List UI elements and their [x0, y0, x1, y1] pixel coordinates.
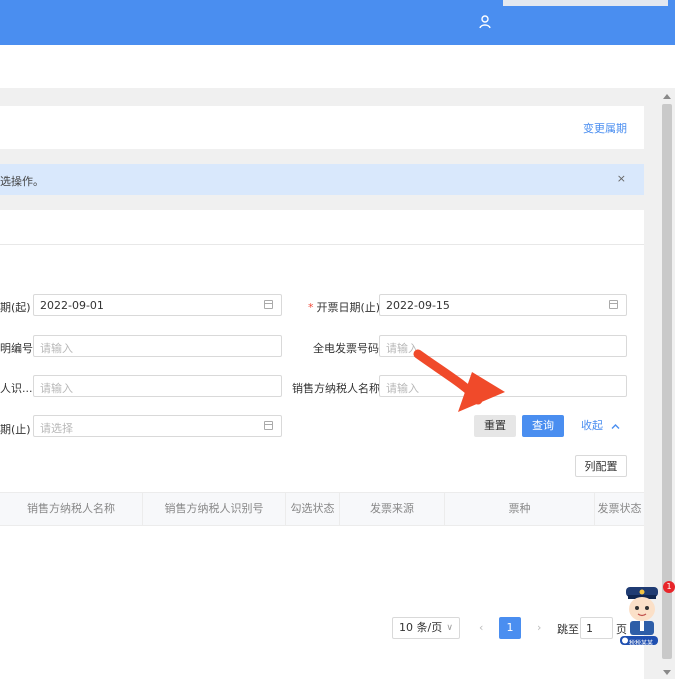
page-size-value: 10 条/页	[399, 621, 443, 634]
calendar-icon	[609, 300, 618, 309]
top-header	[0, 0, 675, 45]
divider	[0, 244, 644, 245]
scroll-down-icon[interactable]	[663, 670, 671, 675]
detail-number-label: 明编号	[0, 342, 33, 355]
page-number-current[interactable]: 1	[499, 617, 521, 639]
period-card: 变更属期	[0, 106, 644, 149]
reset-button[interactable]: 重置	[474, 415, 516, 437]
detail-number-placeholder: 请输入	[40, 342, 73, 355]
query-button[interactable]: 查询	[522, 415, 564, 437]
user-icon[interactable]	[478, 14, 492, 30]
detail-number-input[interactable]: 请输入	[33, 335, 282, 357]
assistant-caption: 税税某某	[629, 640, 654, 647]
sub-header	[0, 45, 675, 88]
invoice-date-end-input[interactable]: 2022-09-15	[379, 294, 627, 316]
start-date-value: 2022-09-01	[40, 299, 104, 312]
seller-name-label: 销售方纳税人名称	[292, 382, 380, 395]
column-header[interactable]: 票种	[445, 493, 595, 525]
change-period-link[interactable]: 变更属期	[583, 120, 627, 136]
info-alert: 选操作。 ×	[0, 164, 644, 195]
column-header[interactable]: 销售方纳税人识别号	[143, 493, 286, 525]
jump-label: 跳至	[557, 623, 579, 636]
end-date-label: 期(止)	[0, 423, 31, 436]
jump-page-input[interactable]: 1	[580, 617, 613, 639]
start-date-input[interactable]: 2022-09-01	[33, 294, 282, 316]
column-header[interactable]: 发票状态	[595, 493, 644, 525]
calendar-icon	[264, 300, 273, 309]
alert-text: 选操作。	[0, 175, 44, 188]
seller-name-placeholder: 请输入	[386, 382, 419, 395]
table-header: 销售方纳税人名称 销售方纳税人识别号 勾选状态 发票来源 票种 发票状态	[0, 492, 644, 526]
prev-page-button[interactable]: ‹	[479, 621, 483, 634]
einvoice-number-placeholder: 请输入	[386, 342, 419, 355]
invoice-date-end-text: 开票日期(止)	[316, 301, 381, 314]
chevron-up-icon	[611, 423, 619, 429]
einvoice-number-label: 全电发票号码	[313, 342, 379, 355]
chevron-down-icon: ∨	[446, 623, 453, 633]
start-date-label: 期(起)	[0, 301, 31, 314]
scroll-up-icon[interactable]	[663, 94, 671, 99]
query-card	[0, 210, 644, 679]
end-date-input[interactable]: 请选择	[33, 415, 282, 437]
header-tab[interactable]	[503, 0, 668, 6]
calendar-icon	[264, 421, 273, 430]
column-header[interactable]: 销售方纳税人名称	[0, 493, 143, 525]
taxpayer-id-input[interactable]: 请输入	[33, 375, 282, 397]
taxpayer-id-placeholder: 请输入	[40, 382, 73, 395]
close-icon[interactable]: ×	[617, 172, 626, 185]
end-date-placeholder: 请选择	[40, 422, 73, 435]
scrollbar-thumb[interactable]	[662, 104, 672, 659]
einvoice-number-input[interactable]: 请输入	[379, 335, 627, 357]
collapse-label: 收起	[581, 419, 603, 432]
collapse-button[interactable]: 收起	[581, 415, 621, 437]
required-mark: *	[308, 301, 314, 314]
notification-badge: 1	[663, 581, 675, 593]
invoice-date-end-label: * 开票日期(止)	[308, 299, 380, 315]
page-size-select[interactable]: 10 条/页 ∨	[392, 617, 460, 639]
invoice-date-end-value: 2022-09-15	[386, 299, 450, 312]
seller-name-input[interactable]: 请输入	[379, 375, 627, 397]
column-header[interactable]: 勾选状态	[286, 493, 340, 525]
taxpayer-id-label: 人识...	[0, 382, 33, 395]
column-config-button[interactable]: 列配置	[575, 455, 627, 477]
next-page-button[interactable]: ›	[537, 621, 541, 634]
column-header[interactable]: 发票来源	[340, 493, 445, 525]
